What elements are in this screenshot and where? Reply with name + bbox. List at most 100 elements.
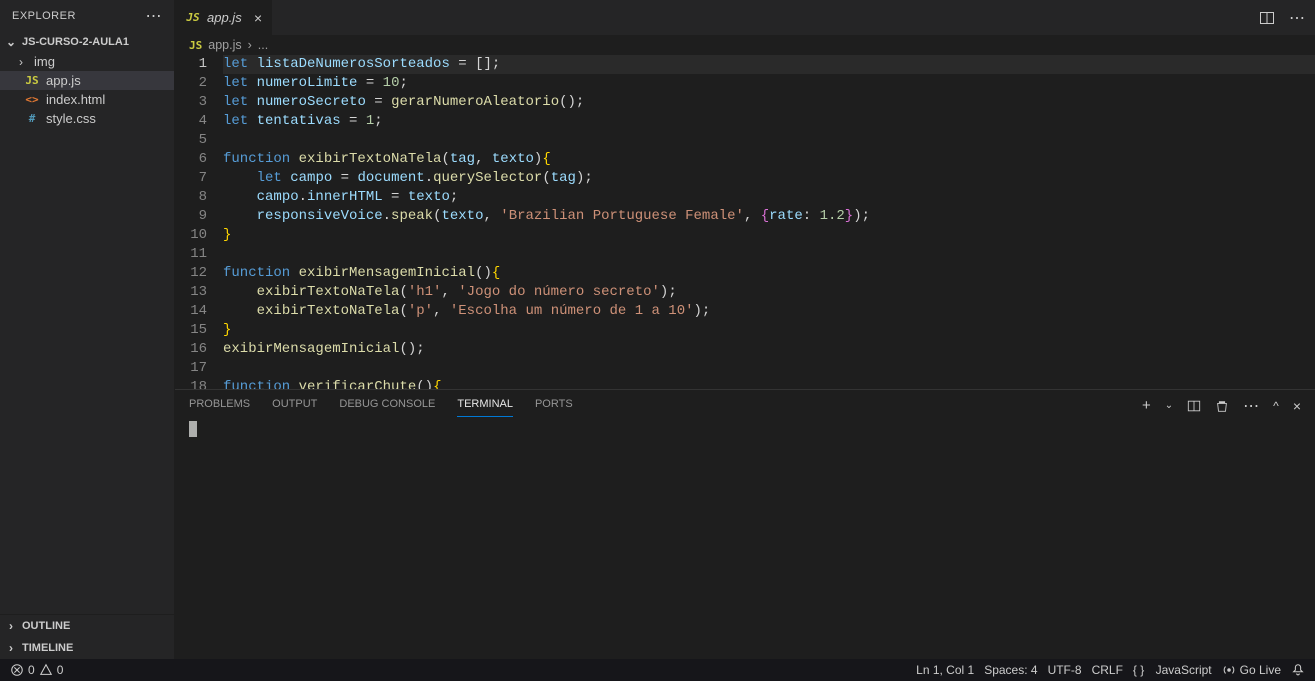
line-number: 11 [175, 245, 207, 264]
tab-bar: JS app.js × ⋯ [175, 0, 1315, 35]
status-spaces[interactable]: Spaces: 4 [984, 663, 1037, 677]
error-count: 0 [28, 663, 35, 677]
line-number: 17 [175, 359, 207, 378]
warning-icon [39, 663, 53, 677]
outline-section[interactable]: › OUTLINE [0, 615, 174, 637]
code-line[interactable]: exibirTextoNaTela('p', 'Escolha um númer… [223, 302, 1315, 321]
line-number: 15 [175, 321, 207, 340]
code[interactable]: let listaDeNumerosSorteados = [];let num… [223, 55, 1315, 389]
css-icon: # [24, 112, 40, 125]
breadcrumb[interactable]: JS app.js › ... [175, 35, 1315, 55]
panel-tab-debug-console[interactable]: DEBUG CONSOLE [339, 394, 435, 417]
status-language[interactable]: { } JavaScript [1133, 663, 1212, 677]
panel-tab-terminal[interactable]: TERMINAL [457, 394, 513, 417]
html-icon: <> [24, 93, 40, 106]
code-line[interactable]: campo.innerHTML = texto; [223, 188, 1315, 207]
explorer-more-icon[interactable]: ⋯ [146, 6, 163, 26]
line-number: 3 [175, 93, 207, 112]
editor-body[interactable]: 123456789101112131415161718 let listaDeN… [175, 55, 1315, 389]
code-line[interactable]: let numeroSecreto = gerarNumeroAleatorio… [223, 93, 1315, 112]
project-header[interactable]: ⌄ JS-CURSO-2-AULA1 [0, 32, 174, 52]
tree-item-app-js[interactable]: JSapp.js [0, 71, 174, 90]
js-icon: JS [189, 39, 202, 52]
explorer-sidebar: EXPLORER ⋯ ⌄ JS-CURSO-2-AULA1 › img JSapp.… [0, 0, 175, 659]
tree-item-img[interactable]: › img [0, 52, 174, 71]
tree-item-label: style.css [46, 111, 96, 126]
line-number: 2 [175, 74, 207, 93]
gutter: 123456789101112131415161718 [175, 55, 223, 389]
tab-label: app.js [207, 10, 242, 25]
chevron-right-icon: › [4, 619, 18, 633]
warning-count: 0 [57, 663, 64, 677]
code-line[interactable]: let campo = document.querySelector(tag); [223, 169, 1315, 188]
close-icon[interactable]: × [254, 10, 262, 26]
tree-item-style-css[interactable]: # style.css [0, 109, 174, 128]
kill-terminal-icon[interactable] [1215, 399, 1229, 413]
outline-label: OUTLINE [22, 620, 70, 632]
close-panel-icon[interactable]: × [1293, 398, 1301, 414]
tree-item-label: img [34, 54, 55, 69]
js-icon: JS [185, 11, 201, 24]
code-line[interactable]: } [223, 226, 1315, 245]
panel-tabs: PROBLEMS OUTPUT DEBUG CONSOLE TERMINAL PORTS [189, 394, 573, 417]
status-encoding[interactable]: UTF-8 [1048, 663, 1082, 677]
code-line[interactable]: let tentativas = 1; [223, 112, 1315, 131]
code-line[interactable]: } [223, 321, 1315, 340]
timeline-section[interactable]: › TIMELINE [0, 637, 174, 659]
status-lncol[interactable]: Ln 1, Col 1 [916, 663, 974, 677]
tab-app-js[interactable]: JS app.js × [175, 0, 273, 35]
panel-tab-output[interactable]: OUTPUT [272, 394, 317, 417]
new-terminal-icon[interactable]: + [1142, 397, 1151, 414]
line-number: 6 [175, 150, 207, 169]
line-number: 13 [175, 283, 207, 302]
terminal-cursor [189, 421, 197, 437]
explorer-title: EXPLORER [12, 10, 76, 22]
timeline-label: TIMELINE [22, 642, 73, 654]
code-line[interactable] [223, 245, 1315, 264]
status-golive[interactable]: Go Live [1222, 663, 1281, 677]
line-number: 16 [175, 340, 207, 359]
breadcrumb-rest: ... [258, 38, 268, 52]
code-line[interactable] [223, 359, 1315, 378]
panel-tab-problems[interactable]: PROBLEMS [189, 394, 250, 417]
chevron-right-icon: › [14, 55, 28, 69]
line-number: 9 [175, 207, 207, 226]
breadcrumb-sep: › [248, 38, 252, 52]
panel-more-icon[interactable]: ⋯ [1243, 396, 1259, 416]
tree-item-index-html[interactable]: <> index.html [0, 90, 174, 109]
code-line[interactable]: let numeroLimite = 10; [223, 74, 1315, 93]
tree-item-label: app.js [46, 73, 81, 88]
line-number: 18 [175, 378, 207, 389]
line-number: 8 [175, 188, 207, 207]
terminal-body[interactable] [175, 417, 1315, 659]
status-notifications-icon[interactable] [1291, 663, 1305, 677]
line-number: 4 [175, 112, 207, 131]
code-line[interactable]: function exibirTextoNaTela(tag, texto){ [223, 150, 1315, 169]
code-line[interactable]: let listaDeNumerosSorteados = []; [223, 55, 1315, 74]
code-line[interactable]: function exibirMensagemInicial(){ [223, 264, 1315, 283]
tree-item-label: index.html [46, 92, 105, 107]
status-errors[interactable]: 0 0 [10, 663, 63, 677]
file-tree: › img JSapp.js <> index.html # style.css [0, 52, 174, 614]
maximize-panel-icon[interactable]: ^ [1273, 399, 1279, 413]
line-number: 14 [175, 302, 207, 321]
code-line[interactable]: function verificarChute(){ [223, 378, 1315, 389]
panel-split-icon[interactable] [1187, 399, 1201, 413]
editor-more-icon[interactable]: ⋯ [1289, 8, 1305, 28]
panel-tab-ports[interactable]: PORTS [535, 394, 573, 417]
project-name: JS-CURSO-2-AULA1 [22, 36, 129, 48]
line-number: 1 [175, 55, 207, 74]
code-line[interactable] [223, 131, 1315, 150]
statusbar: 0 0 Ln 1, Col 1 Spaces: 4 UTF-8 CRLF { }… [0, 659, 1315, 681]
chevron-down-icon: ⌄ [4, 35, 18, 49]
code-line[interactable]: exibirTextoNaTela('h1', 'Jogo do número … [223, 283, 1315, 302]
status-eol[interactable]: CRLF [1092, 663, 1123, 677]
bottom-panel: PROBLEMS OUTPUT DEBUG CONSOLE TERMINAL PORTS… [175, 389, 1315, 659]
code-line[interactable]: exibirMensagemInicial(); [223, 340, 1315, 359]
line-number: 12 [175, 264, 207, 283]
terminal-split-dropdown-icon[interactable]: ⌄ [1165, 400, 1173, 411]
code-line[interactable]: responsiveVoice.speak(texto, 'Brazilian … [223, 207, 1315, 226]
split-editor-icon[interactable] [1259, 10, 1275, 26]
error-icon [10, 663, 24, 677]
line-number: 7 [175, 169, 207, 188]
